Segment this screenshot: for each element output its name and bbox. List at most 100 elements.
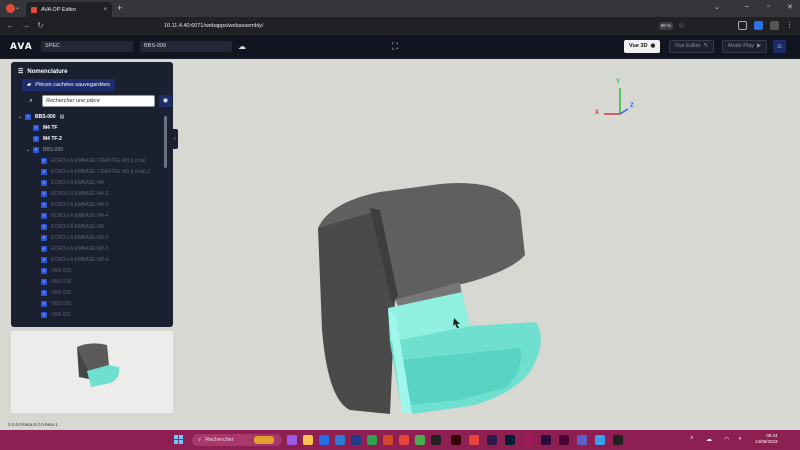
teams-icon[interactable] [287, 435, 297, 445]
visibility-checkbox[interactable]: ✓ [41, 157, 47, 164]
vue-3d-button[interactable]: Vue 3D ◉ [624, 40, 661, 53]
browser-tab[interactable]: AVA OP Editor × [26, 2, 112, 17]
tree-row[interactable]: ✓ VBS-020 [11, 298, 166, 309]
document-icon[interactable]: ▤ [60, 114, 65, 120]
visibility-checkbox[interactable]: ✓ [33, 135, 39, 142]
cloud-icon[interactable]: ☁ [238, 42, 246, 51]
premiere-icon[interactable] [487, 435, 497, 445]
saved-hidden-parts-button[interactable]: ▰ Pièces cachées sauvegardées [22, 79, 115, 91]
maximize-icon[interactable]: ▫ [767, 3, 769, 10]
url-bar[interactable]: 10.11.4.40:6071/webapps/webassembly/ [54, 20, 690, 32]
tree-row[interactable]: ✓ M4 TF-2 [11, 133, 166, 144]
outlook-icon[interactable] [351, 435, 361, 445]
home-button[interactable]: ⌂ [773, 40, 786, 53]
shield-icon[interactable] [738, 21, 747, 30]
tree-row[interactable]: ✓ ECROU A EMBASE M4-4 [11, 210, 166, 221]
tree-row[interactable]: ✓ ECROU A EMBASE M4-2 [11, 188, 166, 199]
tree-row[interactable]: ✓ VBS-019 [11, 265, 166, 276]
visibility-checkbox[interactable]: ✓ [33, 124, 39, 131]
reference-field[interactable]: BBS-000 [140, 41, 232, 52]
menu-icon[interactable]: ⋮ [786, 21, 795, 30]
tree-row[interactable]: ⌄ ✓ BBS-000 ▤ [11, 111, 166, 122]
after-effects-icon[interactable] [541, 435, 551, 445]
photoshop-icon[interactable] [505, 435, 515, 445]
visibility-checkbox[interactable]: ✓ [41, 300, 47, 307]
tray-chevron-icon[interactable]: ˄ [690, 436, 694, 442]
visibility-checkbox[interactable]: ✓ [41, 256, 47, 263]
app-icon-blue[interactable] [595, 435, 605, 445]
tab-list-chevron-icon[interactable]: ⌄ [15, 4, 20, 11]
collapse-panel-button[interactable]: ‹ [172, 129, 178, 149]
tree-row[interactable]: ⌄ ✓ BBS-008 [11, 144, 166, 155]
visibility-checkbox[interactable]: ✓ [41, 179, 47, 186]
mail-icon[interactable] [319, 435, 329, 445]
teams-app-icon[interactable] [577, 435, 587, 445]
sidebar-icon[interactable] [770, 21, 779, 30]
taskbar-clock[interactable]: 09:44 14/06/2023 [755, 433, 778, 445]
app-icon-green[interactable] [415, 435, 425, 445]
bookmark-star-icon[interactable]: ☆ [678, 21, 685, 30]
tree-row[interactable]: ✓ ECROU A EMBASE M3-3 [11, 243, 166, 254]
app-icon-red[interactable] [469, 435, 479, 445]
tree-row[interactable]: ✓ M4 TF [11, 122, 166, 133]
visibility-checkbox[interactable]: ✓ [41, 267, 47, 274]
tree-row[interactable]: ✓ ECROU A EMBASE M4-3 [11, 199, 166, 210]
tree-row[interactable]: ✓ ECROU A EMBASE M3-4 [11, 254, 166, 265]
search-input[interactable]: Rechercher une pièce [42, 95, 155, 107]
expand-chevron-icon[interactable]: ⌄ [18, 114, 25, 120]
tree-row[interactable]: ✓ ECROU A EMBASE M4 [11, 177, 166, 188]
visibility-checkbox[interactable]: ✓ [41, 245, 47, 252]
visibility-checkbox[interactable]: ✓ [41, 234, 47, 241]
minimize-icon[interactable]: – [745, 3, 749, 10]
visibility-checkbox[interactable]: ✓ [41, 190, 47, 197]
tree-row[interactable]: ✓VBS-022 [11, 320, 166, 321]
onedrive-icon[interactable]: ☁ [706, 436, 712, 443]
chrome-icon[interactable] [399, 435, 409, 445]
spec-field[interactable]: SPEC [41, 41, 133, 52]
xd-icon[interactable] [559, 435, 569, 445]
tree-scrollbar[interactable] [164, 116, 167, 168]
forward-icon[interactable]: → [22, 21, 30, 30]
search-icon[interactable]: ⌕ [22, 95, 40, 107]
tree-row[interactable]: ✓ ECROU A EMBASE CRANTEE M3 (Local) [11, 155, 166, 166]
visibility-checkbox[interactable]: ✓ [33, 146, 39, 153]
illustrator-icon[interactable] [451, 435, 461, 445]
tree-row[interactable]: ✓ ECROU A EMBASE M3-2 [11, 232, 166, 243]
visibility-checkbox[interactable]: ✓ [41, 212, 47, 219]
file-explorer-icon[interactable] [303, 435, 313, 445]
word-icon[interactable] [335, 435, 345, 445]
powerpoint-icon[interactable] [383, 435, 393, 445]
new-tab-button[interactable]: + [117, 3, 122, 13]
tree-row[interactable]: ✓ ECROU A EMBASE M3 [11, 221, 166, 232]
tree-row[interactable]: ✓ VBS-018 [11, 276, 166, 287]
tab-close-icon[interactable]: × [103, 7, 107, 13]
visibility-toggle-button[interactable]: ◉ [159, 95, 172, 107]
visibility-checkbox[interactable]: ✓ [41, 168, 47, 175]
expand-chevron-icon[interactable]: ⌄ [26, 147, 33, 153]
volume-icon[interactable]: ◖ [738, 436, 742, 442]
zoom-indicator[interactable]: 90 % [659, 22, 673, 30]
extension-icon[interactable] [754, 21, 763, 30]
visibility-checkbox[interactable]: ✓ [25, 113, 31, 120]
visibility-checkbox[interactable]: ✓ [41, 201, 47, 208]
fit-view-icon[interactable]: ⛶ [392, 41, 398, 52]
mode-play-button[interactable]: Mode Play ▶ [722, 40, 768, 53]
tree-row[interactable]: ✓ VBS-021 [11, 309, 166, 320]
unity-icon[interactable] [613, 435, 623, 445]
tab-search-chevron-icon[interactable]: ⌄ [714, 3, 720, 11]
app-icon-dark[interactable] [431, 435, 441, 445]
reload-icon[interactable]: ↻ [37, 21, 44, 30]
vue-editor-button[interactable]: Vue Editor ✎ [669, 40, 715, 53]
tree-row[interactable]: ✓ ECROU A EMBASE CRANTEE M3 (Local)-2 [11, 166, 166, 177]
excel-icon[interactable] [367, 435, 377, 445]
windows-start-icon[interactable] [174, 435, 183, 444]
taskbar-search[interactable]: ⌕ Rechercher [192, 434, 282, 446]
close-window-icon[interactable]: ✕ [787, 3, 793, 11]
wifi-icon[interactable]: ◠ [724, 436, 729, 443]
visibility-checkbox[interactable]: ✓ [41, 289, 47, 296]
visibility-checkbox[interactable]: ✓ [41, 223, 47, 230]
back-icon[interactable]: ← [6, 21, 14, 30]
visibility-checkbox[interactable]: ✓ [41, 311, 47, 318]
tree-row[interactable]: ✓ VBS-016 [11, 287, 166, 298]
browser-icon[interactable] [6, 4, 15, 13]
